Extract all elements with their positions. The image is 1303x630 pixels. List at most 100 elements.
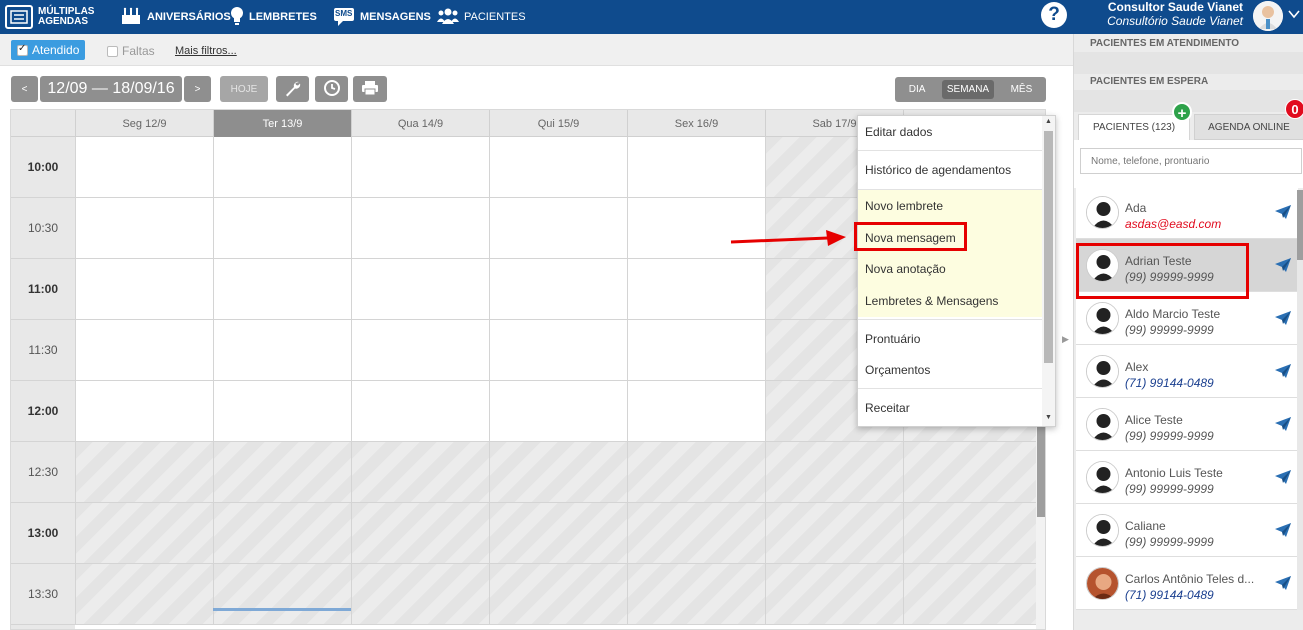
calendar-slot[interactable]	[351, 320, 489, 381]
appointment-indicator[interactable]	[213, 608, 351, 611]
calendar-slot[interactable]	[627, 381, 765, 442]
scroll-down-icon[interactable]: ▼	[1045, 414, 1052, 421]
menu-novo-lembrete[interactable]: Novo lembrete	[858, 190, 1043, 222]
calendar-slot[interactable]	[213, 381, 351, 442]
send-icon[interactable]	[1274, 416, 1292, 435]
calendar-slot[interactable]	[627, 259, 765, 320]
calendar-slot[interactable]	[351, 137, 489, 198]
today-button[interactable]: HOJE	[220, 76, 268, 102]
patient-row[interactable]: Alex (71) 99144-0489	[1076, 345, 1298, 398]
calendar-slot[interactable]	[903, 442, 1036, 503]
context-menu-scroll-thumb[interactable]	[1044, 131, 1053, 363]
calendar-slot[interactable]	[213, 137, 351, 198]
patient-row[interactable]: Carlos Antônio Teles d... (71) 99144-0489	[1076, 557, 1298, 610]
plus-icon[interactable]: +	[1172, 102, 1192, 122]
calendar-slot[interactable]	[627, 198, 765, 259]
menu-editar-dados[interactable]: Editar dados	[858, 116, 1043, 147]
calendar-slot[interactable]	[351, 442, 489, 503]
view-semana[interactable]: SEMANA	[941, 80, 995, 99]
calendar-slot[interactable]	[765, 442, 903, 503]
send-icon[interactable]	[1274, 257, 1292, 276]
help-icon[interactable]: ?	[1041, 2, 1067, 28]
calendar-scroll-thumb[interactable]	[1037, 427, 1045, 517]
day-header-today[interactable]: Ter 13/9	[213, 110, 351, 137]
calendar-slot[interactable]	[489, 503, 627, 564]
tab-agenda-online[interactable]: AGENDA ONLINE	[1194, 114, 1303, 140]
calendar-slot[interactable]	[489, 564, 627, 625]
history-button[interactable]	[315, 76, 348, 102]
filter-faltas[interactable]: Faltas	[107, 44, 155, 58]
calendar-slot[interactable]	[75, 198, 213, 259]
day-header[interactable]: Sex 16/9	[627, 110, 765, 137]
calendar-slot[interactable]	[351, 503, 489, 564]
calendar-slot[interactable]	[627, 503, 765, 564]
calendar-slot[interactable]	[489, 320, 627, 381]
patient-list-scrollbar[interactable]	[1297, 190, 1303, 610]
day-header[interactable]: Qui 15/9	[489, 110, 627, 137]
send-icon[interactable]	[1274, 310, 1292, 329]
calendar-slot[interactable]	[489, 442, 627, 503]
day-header[interactable]: Qua 14/9	[351, 110, 489, 137]
calendar-slot[interactable]	[75, 564, 213, 625]
calendar-slot[interactable]	[213, 503, 351, 564]
calendar-slot[interactable]	[213, 259, 351, 320]
calendar-slot[interactable]	[75, 381, 213, 442]
collapse-sidebar-icon[interactable]: ▶	[1062, 334, 1069, 345]
date-range-label[interactable]: 12/09 — 18/09/16	[40, 76, 182, 102]
calendar-slot[interactable]	[75, 320, 213, 381]
day-header[interactable]: Seg 12/9	[75, 110, 213, 137]
menu-lembretes-mensagens[interactable]: Lembretes & Mensagens	[858, 284, 1043, 317]
nav-pacientes[interactable]: PACIENTES	[437, 0, 526, 34]
calendar-slot[interactable]	[489, 198, 627, 259]
nav-multiplas-agendas[interactable]: MÚLTIPLAS AGENDAS	[5, 0, 94, 34]
mais-filtros-link[interactable]: Mais filtros...	[175, 45, 237, 57]
calendar-slot[interactable]	[765, 564, 903, 625]
send-icon[interactable]	[1274, 204, 1292, 223]
calendar-slot[interactable]	[903, 503, 1036, 564]
calendar-slot[interactable]	[627, 137, 765, 198]
patient-list-scroll-thumb[interactable]	[1297, 190, 1303, 260]
calendar-slot[interactable]	[489, 137, 627, 198]
user-avatar[interactable]	[1253, 1, 1283, 31]
next-week-button[interactable]: >	[184, 76, 211, 102]
calendar-slot[interactable]	[75, 259, 213, 320]
menu-orcamentos[interactable]: Orçamentos	[858, 354, 1043, 385]
scroll-up-icon[interactable]: ▲	[1045, 118, 1052, 125]
faltas-checkbox[interactable]	[107, 45, 118, 57]
prev-week-button[interactable]: <	[11, 76, 38, 102]
calendar-slot[interactable]	[213, 564, 351, 625]
atendido-checkbox[interactable]	[17, 43, 28, 56]
calendar-slot[interactable]	[213, 198, 351, 259]
settings-button[interactable]	[276, 76, 309, 102]
patient-row[interactable]: Antonio Luis Teste (99) 99999-9999	[1076, 451, 1298, 504]
calendar-slot[interactable]	[627, 564, 765, 625]
calendar-slot[interactable]	[903, 564, 1036, 625]
calendar-slot[interactable]	[489, 381, 627, 442]
send-icon[interactable]	[1274, 575, 1292, 594]
calendar-slot[interactable]	[351, 259, 489, 320]
calendar-slot[interactable]	[627, 442, 765, 503]
context-menu-scrollbar[interactable]: ▲ ▼	[1042, 116, 1055, 426]
menu-receitar[interactable]: Receitar	[858, 392, 1043, 423]
patient-row[interactable]: Aldo Marcio Teste (99) 99999-9999	[1076, 292, 1298, 345]
user-info[interactable]: Consultor Saude Vianet Consultório Saude…	[1107, 0, 1243, 28]
calendar-slot[interactable]	[75, 442, 213, 503]
send-icon[interactable]	[1274, 363, 1292, 382]
nav-lembretes[interactable]: LEMBRETES	[230, 0, 317, 34]
menu-nova-anotacao[interactable]: Nova anotação	[858, 253, 1043, 284]
calendar-slot[interactable]	[765, 503, 903, 564]
calendar-slot[interactable]	[75, 503, 213, 564]
calendar-slot[interactable]	[75, 137, 213, 198]
view-mes[interactable]: MÊS	[1006, 80, 1038, 99]
view-dia[interactable]: DIA	[904, 80, 931, 99]
calendar-slot[interactable]	[213, 320, 351, 381]
patient-row[interactable]: Ada asdas@easd.com	[1076, 186, 1298, 239]
menu-historico[interactable]: Histórico de agendamentos	[858, 154, 1043, 185]
patient-row[interactable]: Caliane (99) 99999-9999	[1076, 504, 1298, 557]
patient-row[interactable]: Alice Teste (99) 99999-9999	[1076, 398, 1298, 451]
filter-atendido[interactable]: Atendido	[11, 40, 86, 60]
calendar-slot[interactable]	[213, 442, 351, 503]
nav-mensagens[interactable]: SMS MENSAGENS	[333, 0, 431, 34]
print-button[interactable]	[353, 76, 387, 102]
menu-prontuario[interactable]: Prontuário	[858, 323, 1043, 354]
